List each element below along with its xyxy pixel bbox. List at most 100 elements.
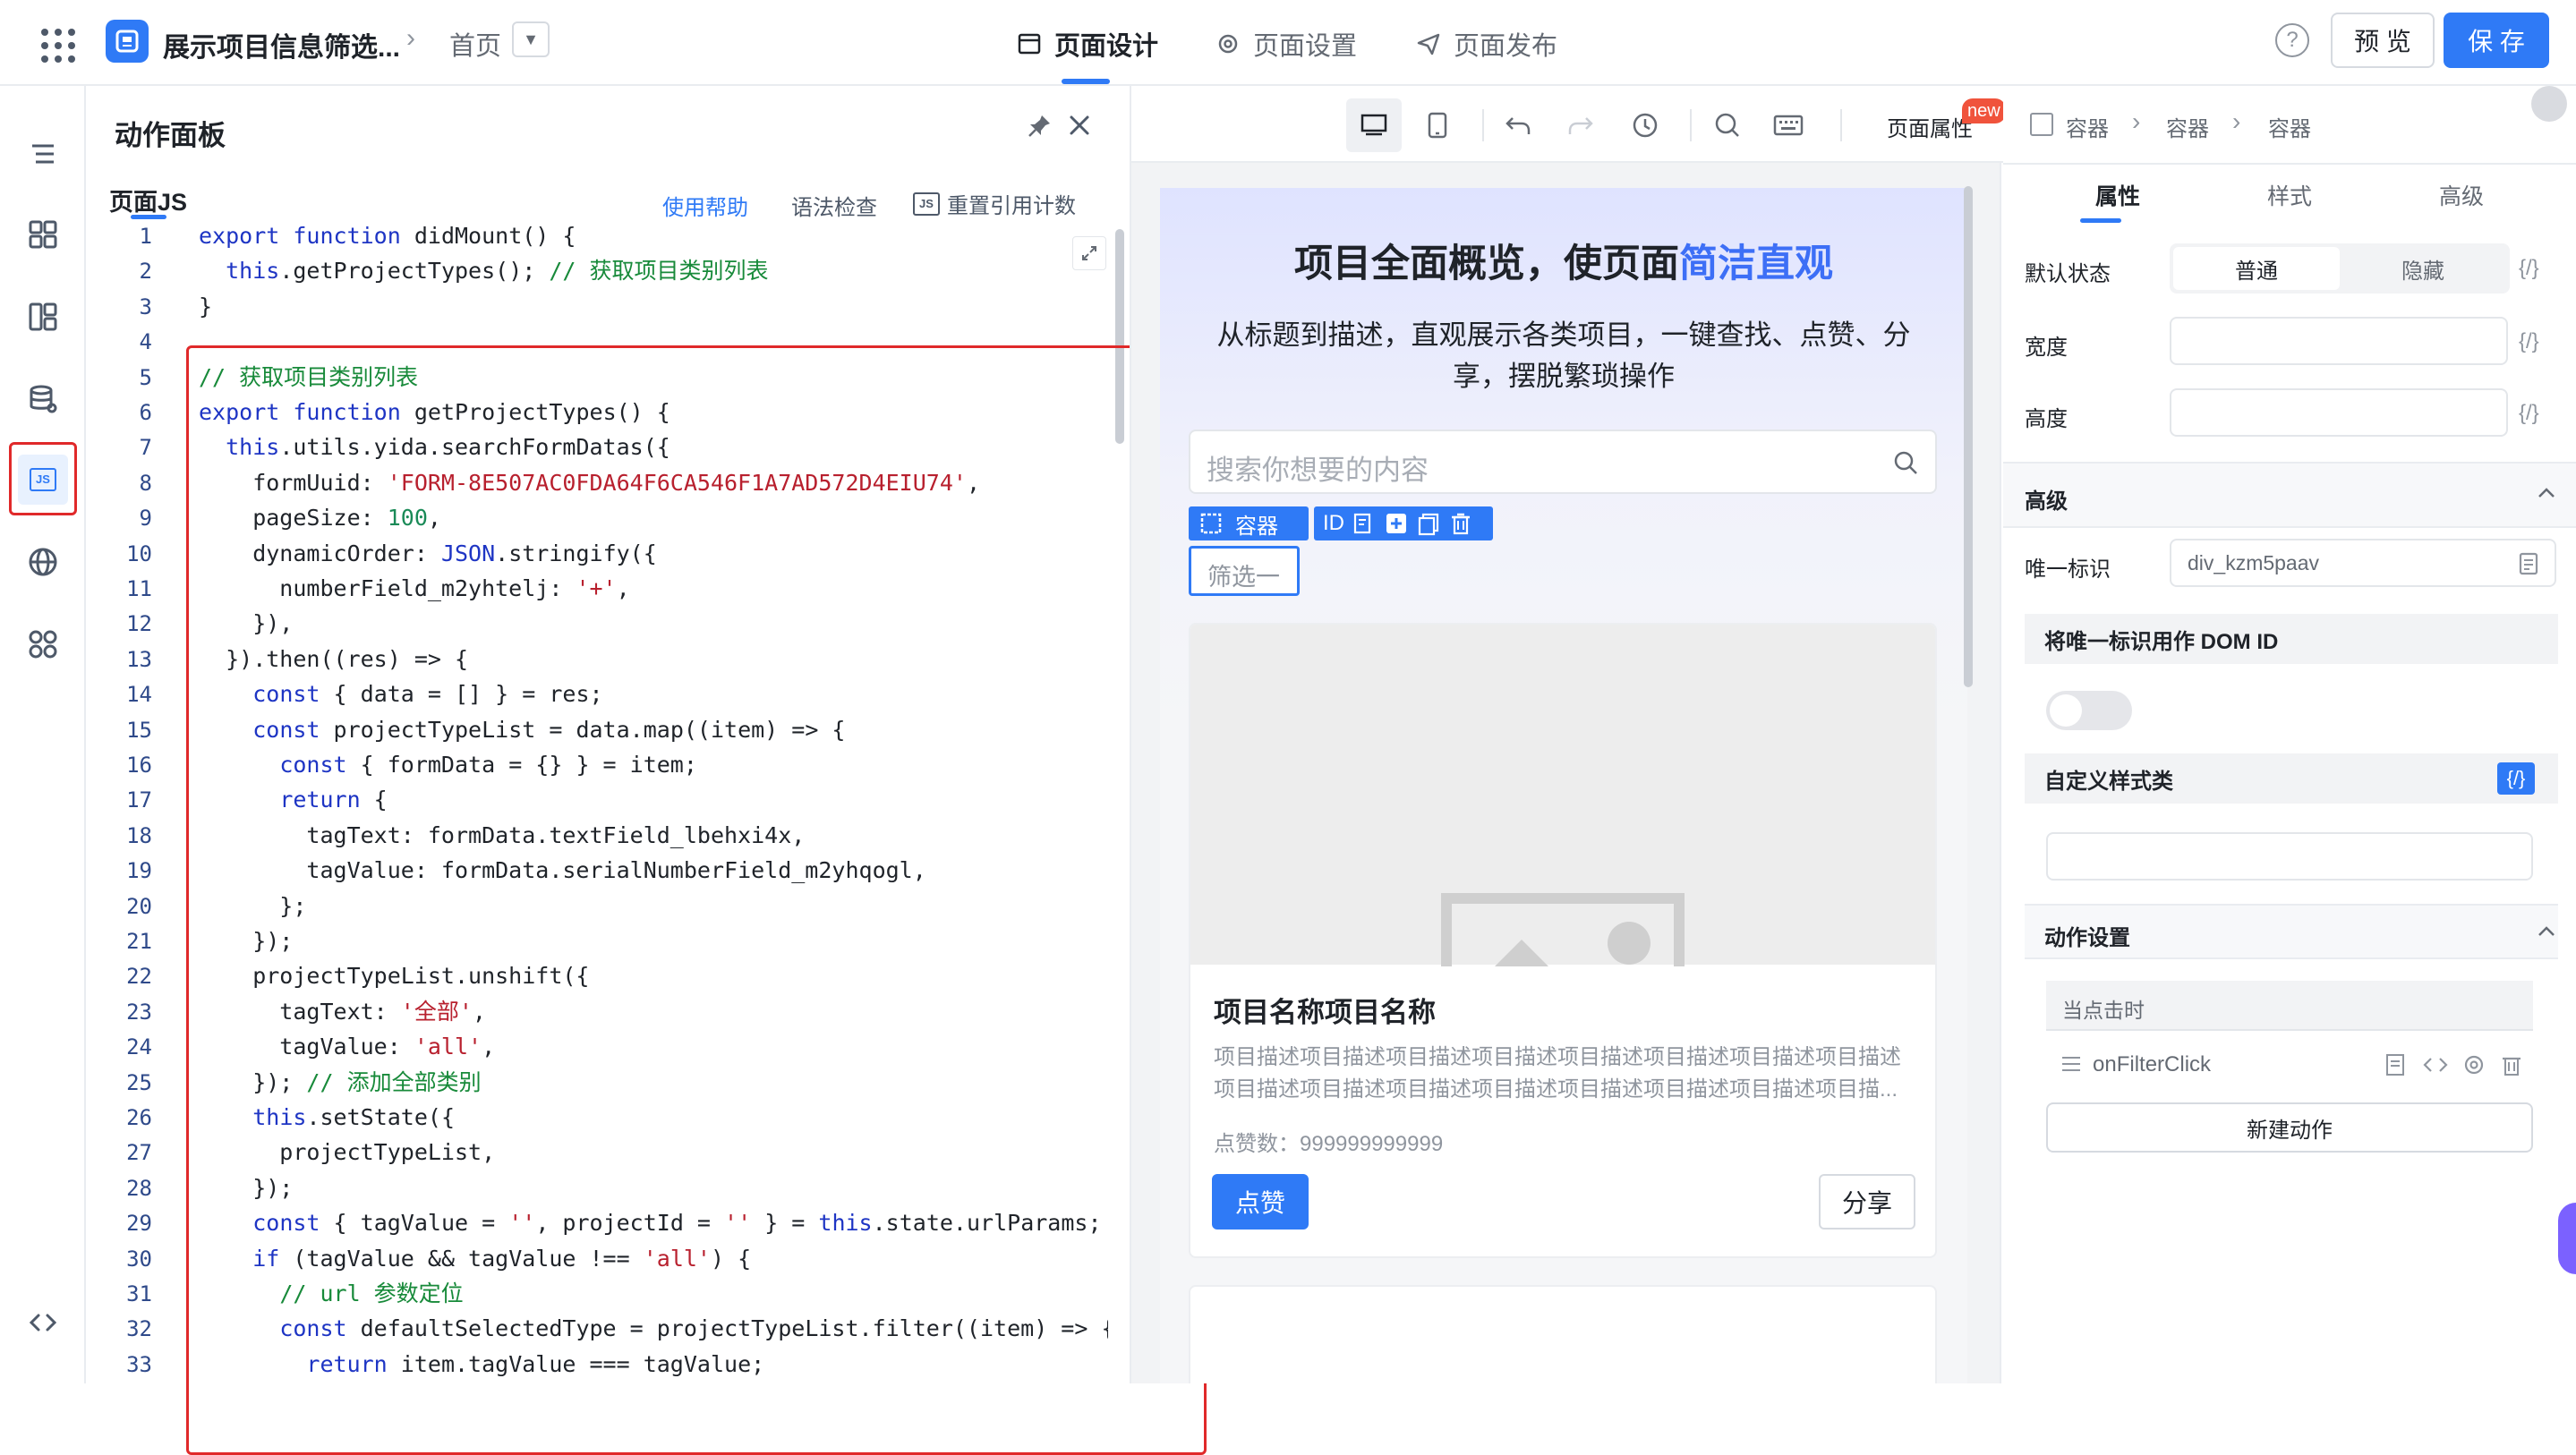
help-link[interactable]: 使用帮助 (662, 190, 748, 221)
drag-handle-icon[interactable] (2060, 1054, 2082, 1074)
custom-class-input[interactable] (2046, 832, 2533, 881)
preview-button[interactable]: 预 览 (2331, 13, 2435, 68)
breadcrumb-item-2[interactable]: 容器 (2166, 111, 2209, 142)
page-preview: 项目全面概览，使页面简洁直观 从标题到描述，直观展示各类项目，一键查找、点赞、分… (1160, 188, 1967, 1383)
line-number: 1 (139, 224, 152, 249)
delete-icon[interactable] (2499, 1052, 2524, 1077)
app-title[interactable]: 展示项目信息筛选... (163, 25, 400, 64)
selection-id-button[interactable]: ID (1323, 511, 1344, 536)
tab-page-design[interactable]: 页面设计 (1017, 25, 1158, 63)
edit-icon[interactable] (1352, 511, 1377, 536)
use-dom-id-switch[interactable] (2046, 691, 2132, 730)
breadcrumb-item-3[interactable]: 容器 (2268, 111, 2311, 142)
desktop-icon[interactable] (1346, 98, 1402, 152)
breadcrumb-item-1[interactable]: 容器 (2066, 111, 2109, 142)
hero-title-highlight: 简洁直观 (1679, 242, 1833, 285)
canvas-scrollbar[interactable] (1964, 186, 1973, 687)
pin-icon[interactable] (1026, 113, 1053, 146)
code-editor[interactable]: 1 export function didMount() {2 this.getP… (88, 220, 1108, 1383)
fx-binding-icon[interactable]: {/} (2519, 329, 2539, 354)
line-number: 21 (126, 929, 152, 954)
avatar[interactable] (2531, 86, 2567, 122)
page-properties-button[interactable]: 页面属性 (1887, 111, 1973, 142)
app-logo-icon (106, 20, 149, 63)
search-placeholder: 搜索你想要的内容 (1207, 455, 1429, 486)
apps-icon[interactable] (18, 619, 68, 669)
action-section-header[interactable]: 动作设置 (2025, 904, 2558, 959)
code-text: tagValue: 'all', (199, 1034, 496, 1060)
line-number: 18 (126, 822, 152, 848)
hero-title: 项目全面概览，使页面简洁直观 (1160, 233, 1967, 288)
fx-binding-icon[interactable]: {/} (2519, 256, 2539, 281)
code-icon[interactable] (18, 1298, 68, 1348)
height-input[interactable] (2170, 388, 2508, 437)
unique-id-input[interactable]: div_kzm5paav (2170, 539, 2556, 587)
app-grid-icon[interactable] (41, 29, 75, 63)
use-dom-id-label: 将唯一标识用作 DOM ID (2025, 614, 2558, 664)
state-normal-option[interactable]: 普通 (2173, 247, 2340, 290)
delete-icon[interactable] (1448, 511, 1473, 536)
floating-assistant-button[interactable] (2558, 1203, 2576, 1274)
code-text: if (tagValue && tagValue !== 'all') { (252, 1245, 752, 1272)
help-icon[interactable]: ? (2275, 23, 2309, 57)
editor-scrollbar[interactable] (1115, 229, 1124, 444)
custom-class-fx-button[interactable]: {/} (2497, 762, 2535, 795)
breadcrumb-home[interactable]: 首页 (449, 25, 501, 63)
undo-icon[interactable] (1498, 106, 1538, 145)
chevron-up-icon[interactable] (2537, 925, 2556, 938)
document-icon[interactable] (2383, 1052, 2408, 1077)
tab-advanced[interactable]: 高级 (2376, 179, 2547, 220)
tab-page-settings[interactable]: 页面设置 (1215, 25, 1357, 63)
width-input[interactable] (2170, 317, 2508, 365)
code-text: const projectTypeList = data.map((item) … (252, 716, 846, 743)
card-description: 项目描述项目描述项目描述项目描述项目描述项目描述项目描述项目描述项目描述项目描述… (1214, 1045, 1901, 1102)
search-icon[interactable] (1708, 106, 1747, 145)
save-button[interactable]: 保 存 (2444, 13, 2549, 68)
search-input[interactable]: 搜索你想要的内容 (1189, 430, 1937, 494)
line-number: 13 (126, 646, 152, 672)
gear-icon[interactable] (2461, 1052, 2486, 1077)
code-text: tagText: '全部', (199, 998, 486, 1025)
globe-icon[interactable] (18, 537, 68, 587)
close-icon[interactable] (1067, 113, 1092, 142)
code-text: }).then((res) => { (199, 645, 469, 672)
like-button[interactable]: 点赞 (1212, 1174, 1309, 1230)
reset-counter-button[interactable]: JS 重置引用计数 (913, 188, 1076, 219)
share-button[interactable]: 分享 (1819, 1174, 1915, 1230)
copy-icon[interactable] (1416, 511, 1441, 536)
tab-page-publish[interactable]: 页面发布 (1416, 25, 1557, 63)
page-dropdown-icon[interactable]: ▼ (512, 21, 550, 57)
js-file-icon: JS (913, 191, 940, 216)
line-number: 28 (126, 1175, 152, 1201)
js-icon[interactable]: JS (18, 455, 68, 505)
datasource-icon[interactable] (18, 374, 68, 424)
syntax-check-button[interactable]: 语法检查 (791, 190, 877, 221)
outline-icon[interactable] (18, 129, 68, 179)
keyboard-icon[interactable] (1769, 106, 1808, 145)
filter-chip[interactable]: 筛选一 (1189, 546, 1300, 596)
tab-attributes[interactable]: 属性 (2032, 179, 2204, 220)
tab-styles[interactable]: 样式 (2204, 179, 2376, 220)
chevron-up-icon[interactable] (2537, 487, 2556, 499)
search-icon[interactable] (1892, 449, 1919, 476)
state-hidden-option[interactable]: 隐藏 (2340, 247, 2506, 290)
redo-icon[interactable] (1561, 106, 1600, 145)
tab-page-settings-label: 页面设置 (1253, 32, 1358, 61)
fx-binding-icon[interactable]: {/} (2519, 401, 2539, 426)
layout-icon (1018, 33, 1041, 55)
code-icon[interactable] (2422, 1052, 2449, 1077)
copy-icon[interactable] (2515, 551, 2540, 576)
action-item[interactable]: onFilterClick (2046, 1040, 2533, 1090)
mobile-icon[interactable] (1418, 106, 1457, 145)
selection-container-tag[interactable]: 容器 (1189, 506, 1309, 540)
new-action-button[interactable]: 新建动作 (2046, 1102, 2533, 1153)
page-layout-icon[interactable] (18, 292, 68, 342)
components-icon[interactable] (18, 209, 68, 260)
send-icon (1417, 33, 1440, 55)
js-badge: JS (30, 468, 56, 491)
history-icon[interactable] (1625, 106, 1665, 145)
add-icon[interactable] (1384, 511, 1409, 536)
tab-page-js[interactable]: 页面JS (109, 183, 187, 217)
code-text: return item.tagValue === tagValue; (306, 1350, 765, 1377)
advanced-section-header[interactable]: 高级 (2003, 462, 2576, 528)
